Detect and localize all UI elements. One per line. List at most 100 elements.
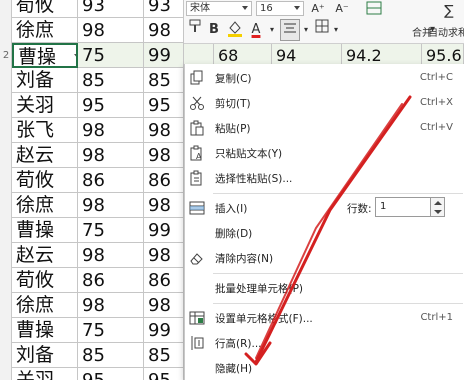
score-cell[interactable]: 85 (144, 343, 184, 368)
format-painter-icon[interactable] (186, 19, 204, 41)
chevron-up-icon[interactable] (434, 201, 442, 205)
score-cell[interactable]: 95 (78, 93, 144, 118)
row-number[interactable] (0, 93, 12, 118)
name-cell[interactable]: 荀攸 (12, 268, 78, 293)
row-number[interactable] (0, 368, 12, 380)
score-cell[interactable]: 98 (78, 193, 144, 218)
rows-count-stepper[interactable] (431, 197, 445, 217)
row-number[interactable] (0, 118, 12, 143)
font-size-select[interactable]: 16 (256, 1, 304, 16)
score-cell[interactable]: 75 (78, 318, 144, 343)
name-cell[interactable]: 关羽 (12, 368, 78, 380)
menu-item-label: 只粘贴文本(Y) (215, 148, 283, 160)
name-cell[interactable]: 荀攸 (12, 168, 78, 193)
score-cell[interactable]: 95 (78, 368, 144, 380)
score-cell[interactable]: 85 (78, 343, 144, 368)
chevron-down-icon[interactable] (434, 210, 442, 214)
row-number[interactable] (0, 243, 12, 268)
score-cell[interactable]: 85 (78, 68, 144, 93)
chevron-down-icon[interactable]: ▾ (332, 19, 340, 41)
score-cell[interactable]: 99 (144, 218, 184, 243)
row-number[interactable] (0, 0, 12, 18)
menu-item-paste-text-only[interactable]: A 只粘贴文本(Y) (185, 141, 464, 166)
score-cell[interactable]: 98 (144, 18, 184, 43)
menu-item-format-cells[interactable]: 设置单元格格式(F)... Ctrl+1 (185, 306, 464, 331)
menu-item-paste[interactable]: 粘贴(P) Ctrl+V (185, 116, 464, 141)
menu-item-hide[interactable]: 隐藏(H) (185, 356, 464, 380)
font-color-button[interactable]: A (246, 19, 266, 41)
autosum-button[interactable]: 自动求和 (428, 24, 464, 39)
score-cell[interactable]: 75 (78, 43, 144, 68)
score-cell[interactable]: 98 (78, 243, 144, 268)
score-cell[interactable]: 95 (144, 93, 184, 118)
menu-item-insert[interactable]: 插入(I) 行数: 1 (185, 196, 464, 221)
font-name-select[interactable]: 宋体 (186, 1, 252, 16)
menu-item-row-height[interactable]: 行高(R)... (185, 331, 464, 356)
score-cell[interactable]: 99 (144, 43, 184, 68)
row-number[interactable] (0, 68, 12, 93)
row-number[interactable] (0, 218, 12, 243)
merge-cells-icon[interactable] (354, 0, 394, 18)
row-number[interactable] (0, 143, 12, 168)
name-cell[interactable]: 刘备 (12, 343, 78, 368)
score-cell[interactable]: 86 (144, 168, 184, 193)
row-number[interactable] (0, 268, 12, 293)
name-cell[interactable]: 关羽 (12, 93, 78, 118)
score-cell[interactable]: 98 (78, 118, 144, 143)
borders-icon[interactable] (312, 19, 332, 41)
score-cell[interactable]: 95 (144, 368, 184, 380)
score-cell[interactable]: 99 (144, 318, 184, 343)
row-number[interactable] (0, 318, 12, 343)
score-cell[interactable]: 98 (144, 118, 184, 143)
score-cell[interactable]: 98 (78, 143, 144, 168)
score-cell[interactable]: 86 (78, 168, 144, 193)
score-cell[interactable]: 98 (144, 143, 184, 168)
autosum-icon[interactable]: ∑ (434, 0, 464, 19)
name-cell[interactable]: 赵云 (12, 143, 78, 168)
row-number[interactable] (0, 293, 12, 318)
score-cell[interactable]: 98 (144, 193, 184, 218)
menu-item-cut[interactable]: 剪切(T) Ctrl+X (185, 91, 464, 116)
paste-special-icon (189, 170, 205, 186)
row-number[interactable] (0, 168, 12, 193)
row-number[interactable]: 2 (0, 43, 12, 68)
score-cell[interactable]: 93 (78, 0, 144, 18)
name-cell[interactable]: 徐庶 (12, 293, 78, 318)
menu-item-delete[interactable]: 删除(D) (185, 221, 464, 246)
increase-font-icon[interactable]: A⁺ (308, 1, 328, 16)
chevron-down-icon[interactable]: ▾ (268, 19, 276, 41)
score-cell[interactable]: 98 (78, 18, 144, 43)
row-number[interactable] (0, 193, 12, 218)
score-cell[interactable]: 93 (144, 0, 184, 18)
menu-item-copy[interactable]: 复制(C) Ctrl+C (185, 66, 464, 91)
name-cell[interactable]: 刘备 (12, 68, 78, 93)
paste-text-icon: A (189, 145, 205, 161)
score-cell[interactable]: 98 (144, 293, 184, 318)
rows-count-input[interactable]: 1 (375, 197, 431, 217)
score-cell[interactable]: 86 (78, 268, 144, 293)
row-number[interactable] (0, 343, 12, 368)
menu-item-label: 选择性粘贴(S)... (215, 173, 293, 185)
menu-item-paste-special[interactable]: 选择性粘贴(S)... (185, 166, 464, 191)
chevron-down-icon[interactable]: ▾ (302, 19, 310, 41)
name-cell[interactable]: 徐庶 (12, 18, 78, 43)
score-cell[interactable]: 98 (144, 243, 184, 268)
name-cell[interactable]: 曹操 (12, 43, 78, 68)
align-center-icon[interactable] (280, 19, 300, 41)
score-cell[interactable]: 85 (144, 68, 184, 93)
bold-button[interactable]: B (206, 19, 222, 41)
name-cell[interactable]: 张飞 (12, 118, 78, 143)
menu-item-batch-cells[interactable]: 批量处理单元格(P) (185, 276, 464, 301)
name-cell[interactable]: 徐庶 (12, 193, 78, 218)
menu-item-clear-contents[interactable]: 清除内容(N) (185, 246, 464, 271)
decrease-font-icon[interactable]: A⁻ (332, 1, 352, 16)
name-cell[interactable]: 赵云 (12, 243, 78, 268)
score-cell[interactable]: 75 (78, 218, 144, 243)
row-number[interactable] (0, 18, 12, 43)
name-cell[interactable]: 曹操 (12, 218, 78, 243)
name-cell[interactable]: 曹操 (12, 318, 78, 343)
score-cell[interactable]: 98 (78, 293, 144, 318)
name-cell[interactable]: 荀攸 (12, 0, 78, 18)
score-cell[interactable]: 86 (144, 268, 184, 293)
fill-color-icon[interactable] (224, 19, 246, 41)
